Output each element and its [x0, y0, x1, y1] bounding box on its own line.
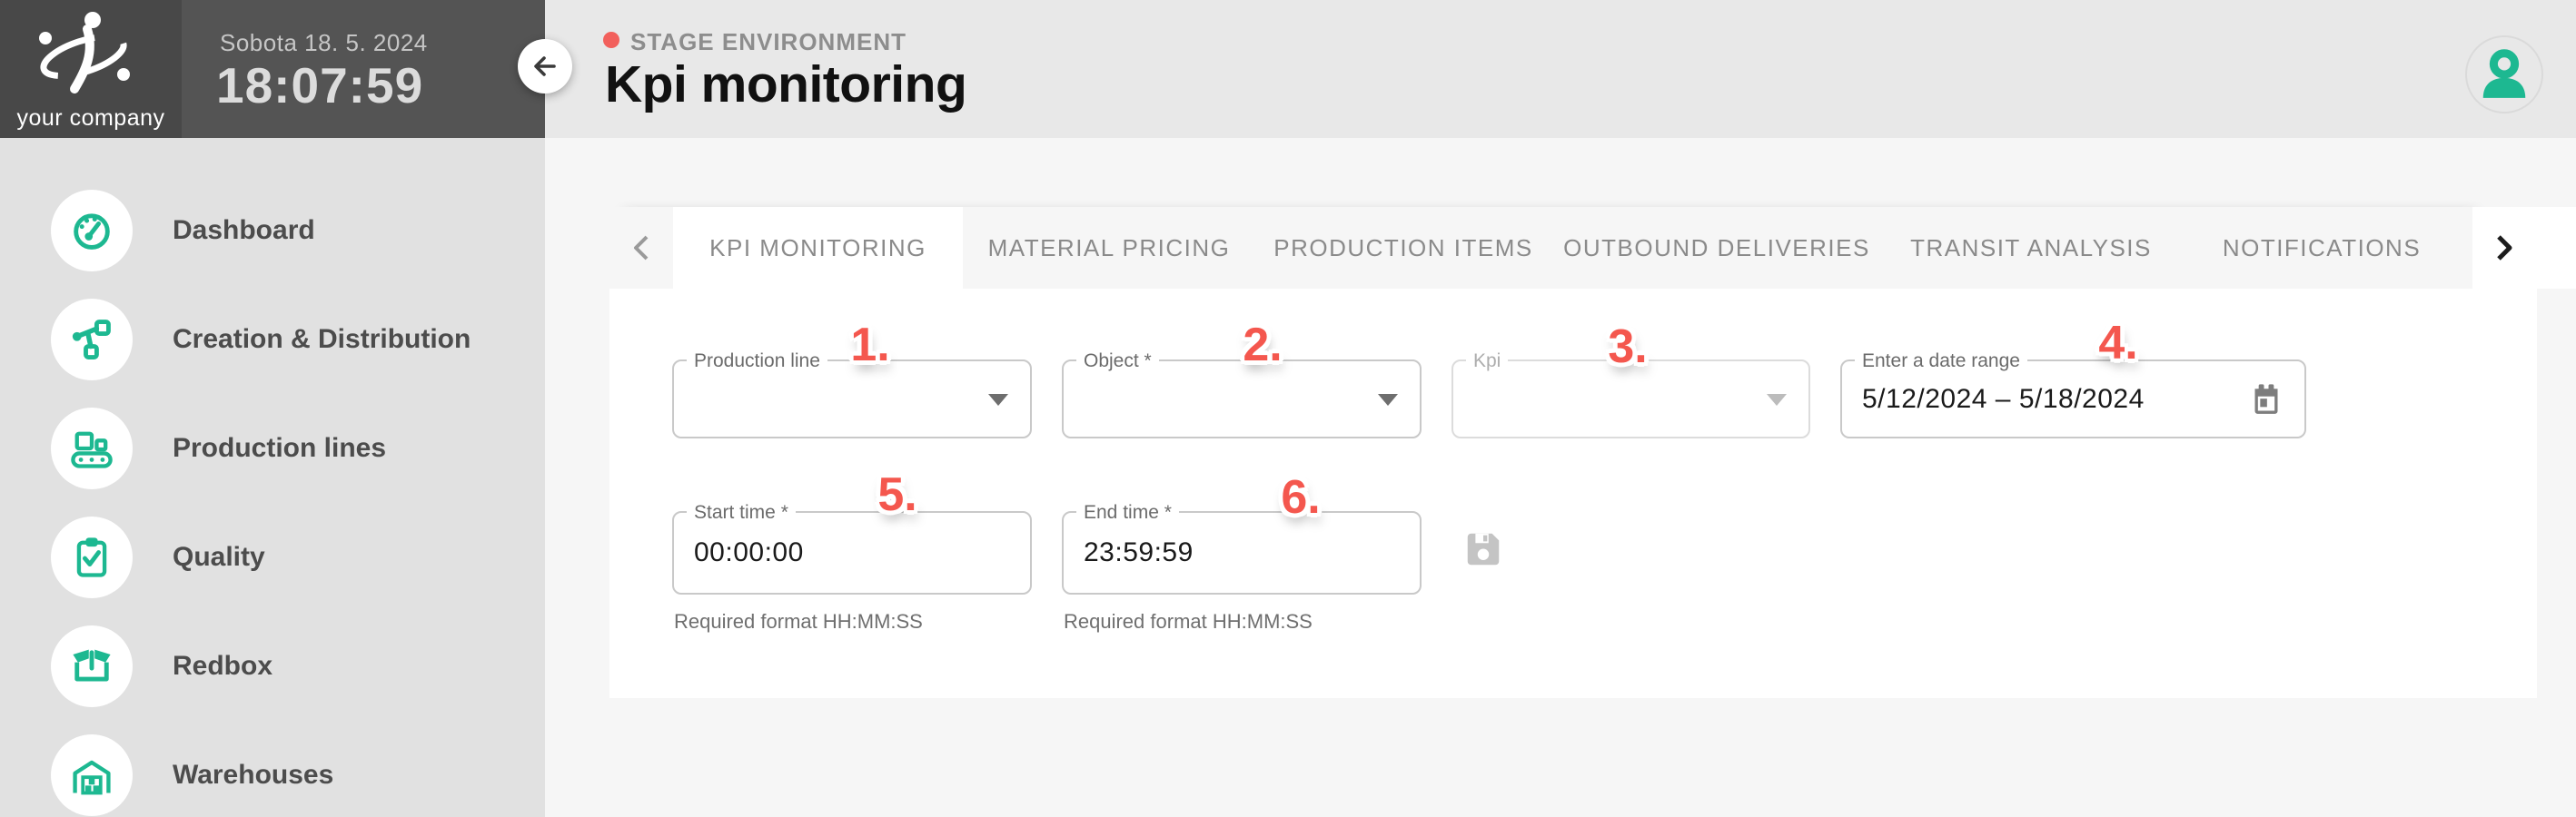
tabs-scroll-right-button[interactable]	[2472, 207, 2576, 289]
end-time-input[interactable]: End time * 23:59:59	[1062, 511, 1422, 595]
current-time: 18:07:59	[216, 56, 423, 114]
sidebar-item-label: Warehouses	[173, 733, 333, 817]
production-line-label: Production line	[687, 350, 827, 372]
sidebar-item-label: Dashboard	[173, 189, 315, 272]
current-date: Sobota 18. 5. 2024	[220, 29, 428, 57]
annotation-5: 5.	[877, 468, 916, 522]
end-time-hint: Required format HH:MM:SS	[1064, 610, 1313, 634]
save-button[interactable]	[1462, 528, 1504, 570]
end-time-value: 23:59:59	[1084, 513, 1194, 593]
sidebar-item-label: Production lines	[173, 407, 386, 490]
sidebar-item-production-lines[interactable]: Production lines	[0, 407, 545, 490]
tab-production-items[interactable]: PRODUCTION ITEMS	[1255, 207, 1551, 289]
logo-block: your company	[0, 0, 182, 138]
person-icon	[2476, 46, 2532, 103]
date-range-field[interactable]: Enter a date range 5/12/2024 – 5/18/2024	[1840, 359, 2306, 438]
tabs-scroll-left-button[interactable]	[609, 207, 673, 289]
logo-text: your company	[0, 105, 182, 132]
warehouses-icon	[51, 734, 133, 816]
sidebar-item-creation-distribution[interactable]: Creation & Distribution	[0, 298, 545, 381]
company-logo-icon	[27, 5, 154, 100]
user-avatar-button[interactable]	[2465, 35, 2543, 113]
dropdown-arrow-icon	[1378, 394, 1398, 406]
annotation-6: 6.	[1281, 470, 1320, 525]
tab-transit-analysis[interactable]: TRANSIT ANALYSIS	[1882, 207, 2180, 289]
kpi-monitoring-screen: your company Sobota 18. 5. 2024 18:07:59…	[0, 0, 2576, 817]
sidebar: Dashboard Creation & Distribution	[0, 138, 545, 817]
production-lines-icon	[51, 408, 133, 489]
annotation-2: 2.	[1243, 318, 1282, 372]
start-time-value: 00:00:00	[694, 513, 804, 593]
object-select[interactable]: Object *	[1062, 359, 1422, 438]
tab-material-pricing[interactable]: MATERIAL PRICING	[963, 207, 1255, 289]
annotation-4: 4.	[2098, 316, 2137, 370]
tab-outbound-deliveries[interactable]: OUTBOUND DELIVERIES	[1551, 207, 1882, 289]
sidebar-item-quality[interactable]: Quality	[0, 516, 545, 599]
date-range-value: 5/12/2024 – 5/18/2024	[1862, 361, 2145, 437]
chevron-left-icon	[629, 232, 653, 263]
start-time-hint: Required format HH:MM:SS	[674, 610, 923, 634]
object-label: Object *	[1076, 350, 1159, 372]
clock-block: Sobota 18. 5. 2024 18:07:59	[182, 0, 545, 138]
sidebar-item-warehouses[interactable]: Warehouses	[0, 733, 545, 817]
tab-kpi-monitoring[interactable]: KPI MONITORING	[673, 207, 963, 289]
start-time-input[interactable]: Start time * 00:00:00	[672, 511, 1032, 595]
back-button[interactable]	[518, 39, 572, 94]
sidebar-item-label: Redbox	[173, 625, 272, 708]
tab-notifications[interactable]: NOTIFICATIONS	[2180, 207, 2463, 289]
environment-label: STAGE ENVIRONMENT	[630, 28, 907, 56]
sidebar-item-redbox[interactable]: Redbox	[0, 625, 545, 708]
calendar-icon[interactable]	[2248, 381, 2284, 418]
tab-strip: KPI MONITORING MATERIAL PRICING PRODUCTI…	[609, 207, 2472, 289]
annotation-1: 1.	[850, 318, 889, 372]
redbox-icon	[51, 625, 133, 707]
save-icon	[1462, 528, 1504, 570]
kpi-label: Kpi	[1466, 350, 1508, 372]
environment-dot-icon	[603, 32, 619, 48]
dashboard-icon	[51, 190, 133, 271]
dropdown-arrow-icon	[1767, 394, 1787, 406]
sidebar-item-label: Creation & Distribution	[173, 298, 471, 381]
chevron-right-icon	[2492, 232, 2516, 263]
arrow-left-icon	[530, 51, 560, 82]
quality-icon	[51, 517, 133, 598]
creation-distribution-icon	[51, 299, 133, 380]
sidebar-item-dashboard[interactable]: Dashboard	[0, 189, 545, 272]
sidebar-item-label: Quality	[173, 516, 265, 599]
dropdown-arrow-icon	[988, 394, 1008, 406]
page-title: Kpi monitoring	[605, 54, 966, 114]
annotation-3: 3.	[1608, 320, 1647, 374]
